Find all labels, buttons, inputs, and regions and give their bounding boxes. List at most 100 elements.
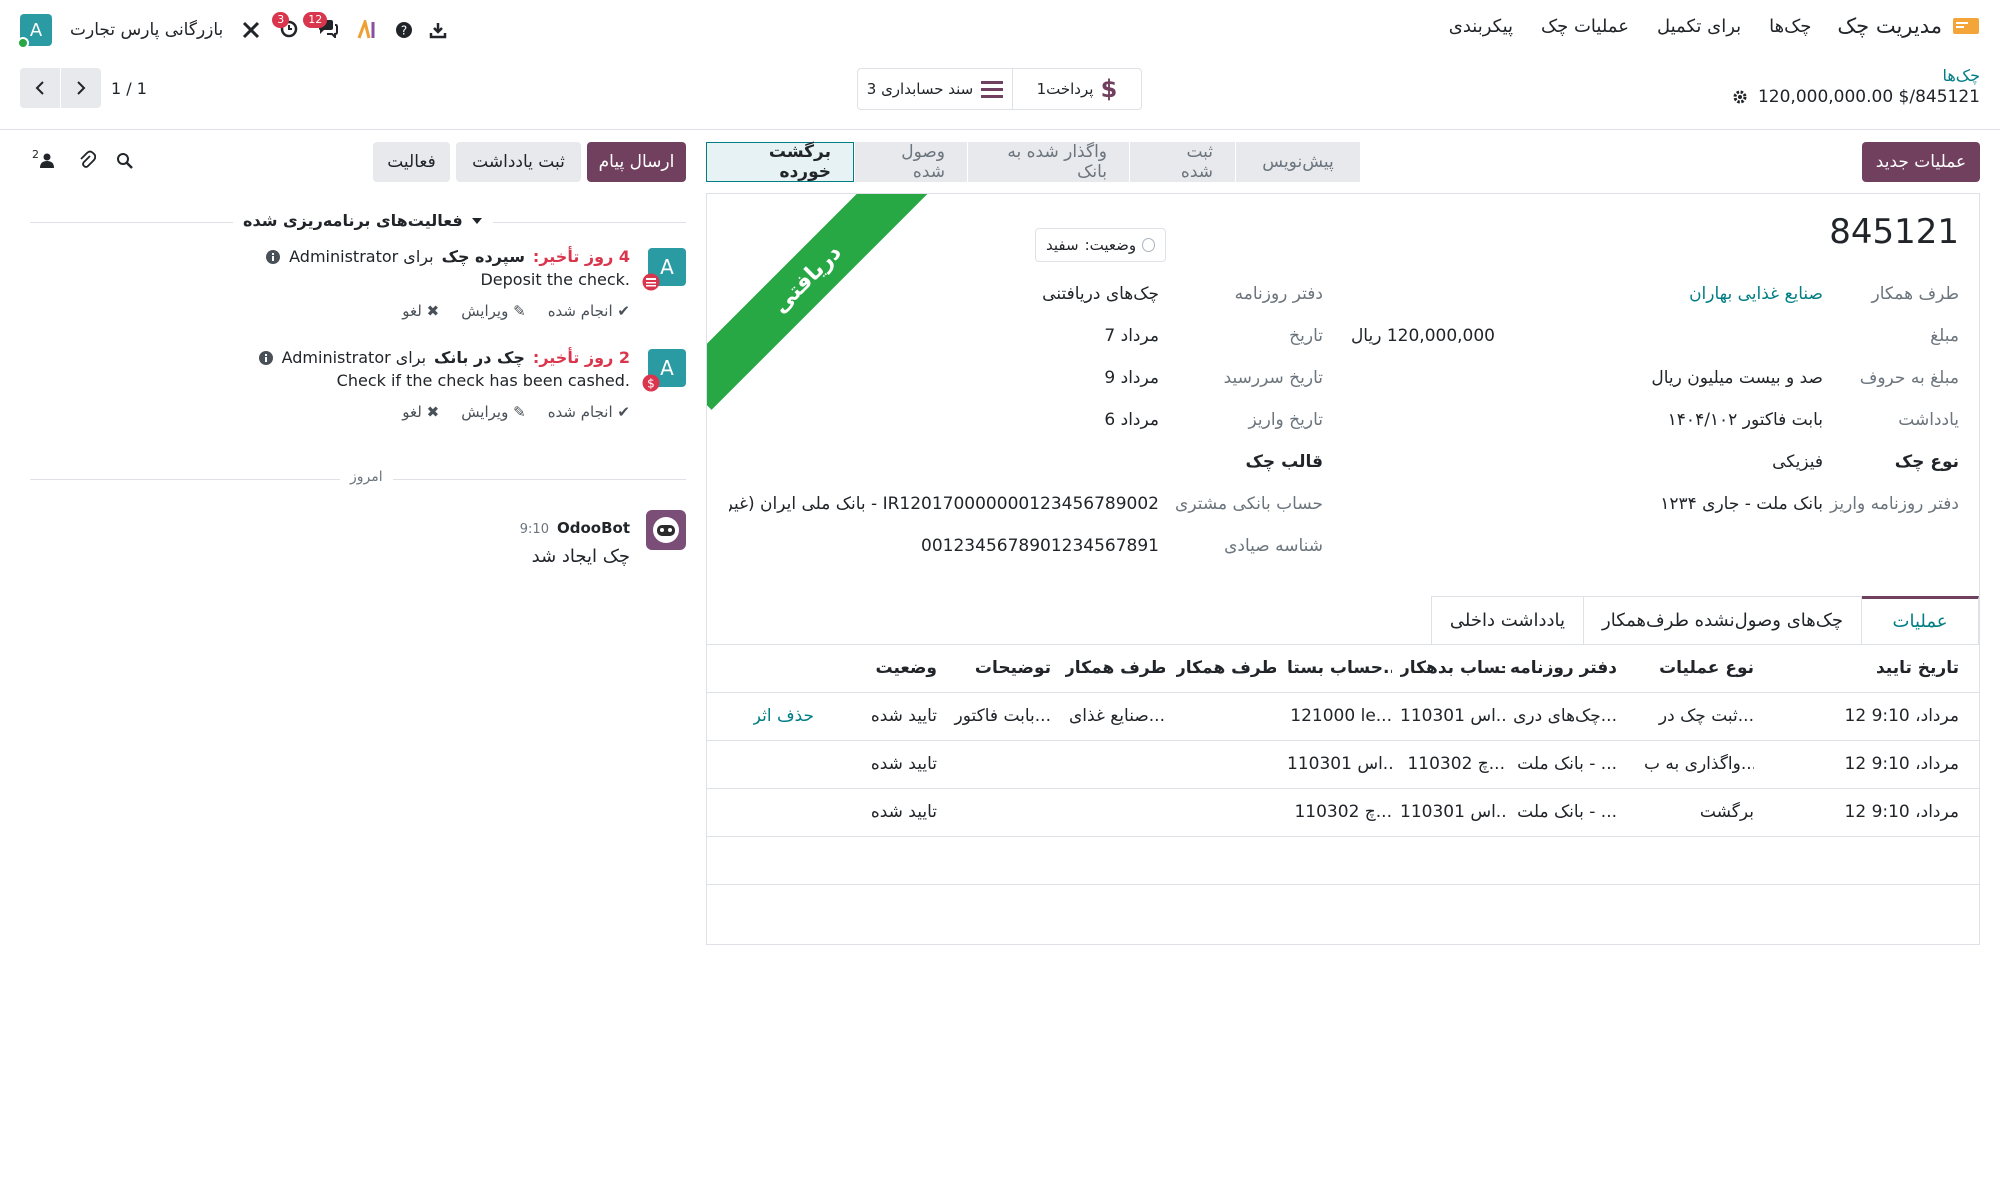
table-row[interactable]: 12 مرداد، 9:10 برگشت بانک ملت - ... 1103…: [707, 789, 1979, 837]
edit-activity-button[interactable]: ✎ ویرایش: [461, 403, 526, 421]
activity-late: 4 روز تأخیر:: [532, 247, 630, 266]
cell-status: تایید شده: [870, 802, 937, 822]
payment-label: 1پرداخت: [1036, 80, 1094, 98]
activity-title: سپرده چک: [441, 247, 525, 266]
online-dot: [17, 37, 29, 49]
message-author[interactable]: OdooBot: [557, 519, 630, 537]
tab-operations[interactable]: عملیات: [1861, 596, 1979, 644]
col-journal[interactable]: دفتر روزنامه: [1507, 658, 1617, 678]
journal-entries-button[interactable]: 3 سند حسابداری: [858, 69, 1013, 109]
robot-icon: [653, 517, 679, 543]
cancel-activity-button[interactable]: ✖ لغو: [402, 302, 439, 320]
cell-journal: چک‌های دری...: [1513, 706, 1617, 726]
info-icon[interactable]: [265, 249, 281, 265]
cell-credit: 121000 le...: [1290, 706, 1392, 726]
cell-partner-2: صنایع غذای...: [1069, 706, 1165, 726]
gear-icon[interactable]: [1732, 89, 1748, 105]
today-label: امروز: [340, 469, 393, 485]
check-type-field[interactable]: فیزیکی: [1772, 452, 1823, 472]
table-row[interactable]: 12 مرداد، 9:10 ثبت چک در... چک‌های دری..…: [707, 693, 1979, 741]
due-date-field[interactable]: 9 مرداد: [1104, 368, 1159, 388]
menu-configuration[interactable]: پیکربندی: [1449, 16, 1513, 37]
undo-button[interactable]: حذف اثر: [753, 706, 814, 726]
pager-next[interactable]: [61, 68, 101, 108]
download-icon[interactable]: [429, 21, 447, 39]
chatter: ارسال پیام ثبت یادداشت فعالیت 2 فعالیت‌ه…: [0, 130, 700, 1188]
check-number[interactable]: 845121: [1829, 212, 1959, 252]
sayad-field[interactable]: 0012345678901234567891: [921, 536, 1159, 556]
memo-field[interactable]: بابت فاکتور ۱۴۰۴/۱۰۲: [1668, 410, 1823, 430]
cell-credit: 110302 چ...: [1294, 802, 1392, 822]
planned-activities-toggle[interactable]: فعالیت‌های برنامه‌ریزی شده: [233, 211, 493, 230]
deposit-date-field[interactable]: 6 مرداد: [1104, 410, 1159, 430]
amount-field[interactable]: 120,000,000 ریال: [1351, 326, 1495, 346]
company-name[interactable]: بازرگانی پارس تجارت: [70, 20, 223, 40]
breadcrumb-parent[interactable]: چک‌ها: [1732, 66, 1980, 85]
stage-draft[interactable]: پیش‌نویس: [1235, 142, 1360, 182]
activity-line: 2 روز تأخیر: چک در بانک برای Administrat…: [258, 348, 630, 367]
mark-done-label: انجام شده: [547, 403, 613, 421]
stage-cashed[interactable]: وصول شده: [854, 142, 967, 182]
stage-bounced[interactable]: برگشت خورده: [706, 142, 854, 182]
bank-icon: [642, 273, 660, 291]
check-app-icon[interactable]: [1952, 15, 1980, 37]
info-icon[interactable]: [258, 350, 274, 366]
tools-icon[interactable]: [241, 20, 261, 40]
col-approval-date[interactable]: تاریخ تایید: [1849, 658, 1959, 678]
table-row[interactable]: 12 مرداد، 9:10 واگذاری به ب... بانک ملت …: [707, 741, 1979, 789]
col-status[interactable]: وضعیت: [857, 658, 937, 678]
partner-field[interactable]: صنایع غذایی بهاران: [1689, 284, 1823, 304]
cell-date: 12 مرداد، 9:10: [1844, 754, 1959, 774]
edit-activity-button[interactable]: ✎ ویرایش: [461, 302, 526, 320]
col-description[interactable]: توضیحات: [961, 658, 1051, 678]
cell-status: تایید شده: [870, 754, 937, 774]
radio-icon: [1142, 238, 1155, 252]
cell-journal: بانک ملت - ...: [1517, 754, 1617, 774]
mark-done-button[interactable]: ✔ انجام شده: [548, 403, 630, 421]
followers-count: 2: [32, 148, 39, 161]
col-credit-account[interactable]: حساب بستا...: [1287, 658, 1392, 678]
messaging-menu[interactable]: 12: [303, 11, 339, 43]
list-icon: [981, 81, 1004, 98]
new-operation-button[interactable]: عملیات جدید: [1862, 142, 1980, 182]
ai-icon[interactable]: [357, 20, 379, 40]
status-field[interactable]: وضعیت: سفید: [1035, 228, 1166, 262]
date-field[interactable]: 7 مرداد: [1104, 326, 1159, 346]
col-operation-type[interactable]: نوع عملیات: [1644, 658, 1754, 678]
app-title[interactable]: مدیریت چک: [1837, 14, 1942, 38]
pager-previous[interactable]: [20, 68, 60, 108]
payment-button[interactable]: 1پرداخت $: [1013, 69, 1141, 109]
help-icon[interactable]: ?: [395, 21, 413, 39]
deposit-journal-label: دفتر روزنامه واریز: [1829, 494, 1959, 514]
menu-to-complete[interactable]: برای تکمیل: [1657, 16, 1741, 37]
activity-menu[interactable]: 3: [272, 11, 299, 43]
log-note-button[interactable]: ثبت یادداشت: [456, 142, 581, 182]
menu-check-operations[interactable]: عملیات چک: [1541, 16, 1629, 37]
cancel-activity-button[interactable]: ✖ لغو: [402, 403, 439, 421]
svg-text:$: $: [647, 377, 655, 391]
menu-checks[interactable]: چک‌ها: [1769, 16, 1811, 37]
edit-label: ویرایش: [461, 403, 509, 421]
main-menu: مدیریت چک چک‌ها برای تکمیل عملیات چک پیک…: [1421, 14, 1980, 38]
status-label: وضعیت:: [1084, 236, 1137, 254]
bank-account-field[interactable]: IR120170000000123456789002 - بانک ملی ای…: [729, 494, 1159, 514]
deposit-journal-field[interactable]: بانک ملت - جاری ۱۲۳۴: [1660, 494, 1823, 514]
search-icon[interactable]: [116, 152, 134, 170]
col-partner-2[interactable]: طرف همکار...: [1065, 658, 1165, 678]
pager-value[interactable]: 1 / 1: [111, 79, 147, 98]
activity-assignee: برای Administrator: [289, 247, 434, 266]
journal-field[interactable]: چک‌های دریافتنی: [1042, 284, 1159, 304]
col-debit-account[interactable]: حساب بدهکار: [1400, 658, 1505, 678]
cell-type: واگذاری به ب...: [1644, 754, 1754, 774]
stage-deposited[interactable]: واگذار شده به بانک: [967, 142, 1129, 182]
col-partner-1[interactable]: طرف همکار...: [1176, 658, 1276, 678]
user-avatar[interactable]: A: [17, 14, 52, 49]
followers-button[interactable]: 2: [32, 148, 55, 168]
send-message-button[interactable]: ارسال پیام: [587, 142, 686, 182]
mark-done-button[interactable]: ✔ انجام شده: [548, 302, 630, 320]
tab-internal-note[interactable]: یادداشت داخلی: [1430, 596, 1585, 644]
tab-partner-unpaid-checks[interactable]: چک‌های وصول‌نشده طرف‌همکار: [1583, 596, 1862, 644]
paperclip-icon[interactable]: [78, 150, 96, 170]
stage-posted[interactable]: ثبت شده: [1129, 142, 1235, 182]
activity-button[interactable]: فعالیت: [373, 142, 450, 182]
